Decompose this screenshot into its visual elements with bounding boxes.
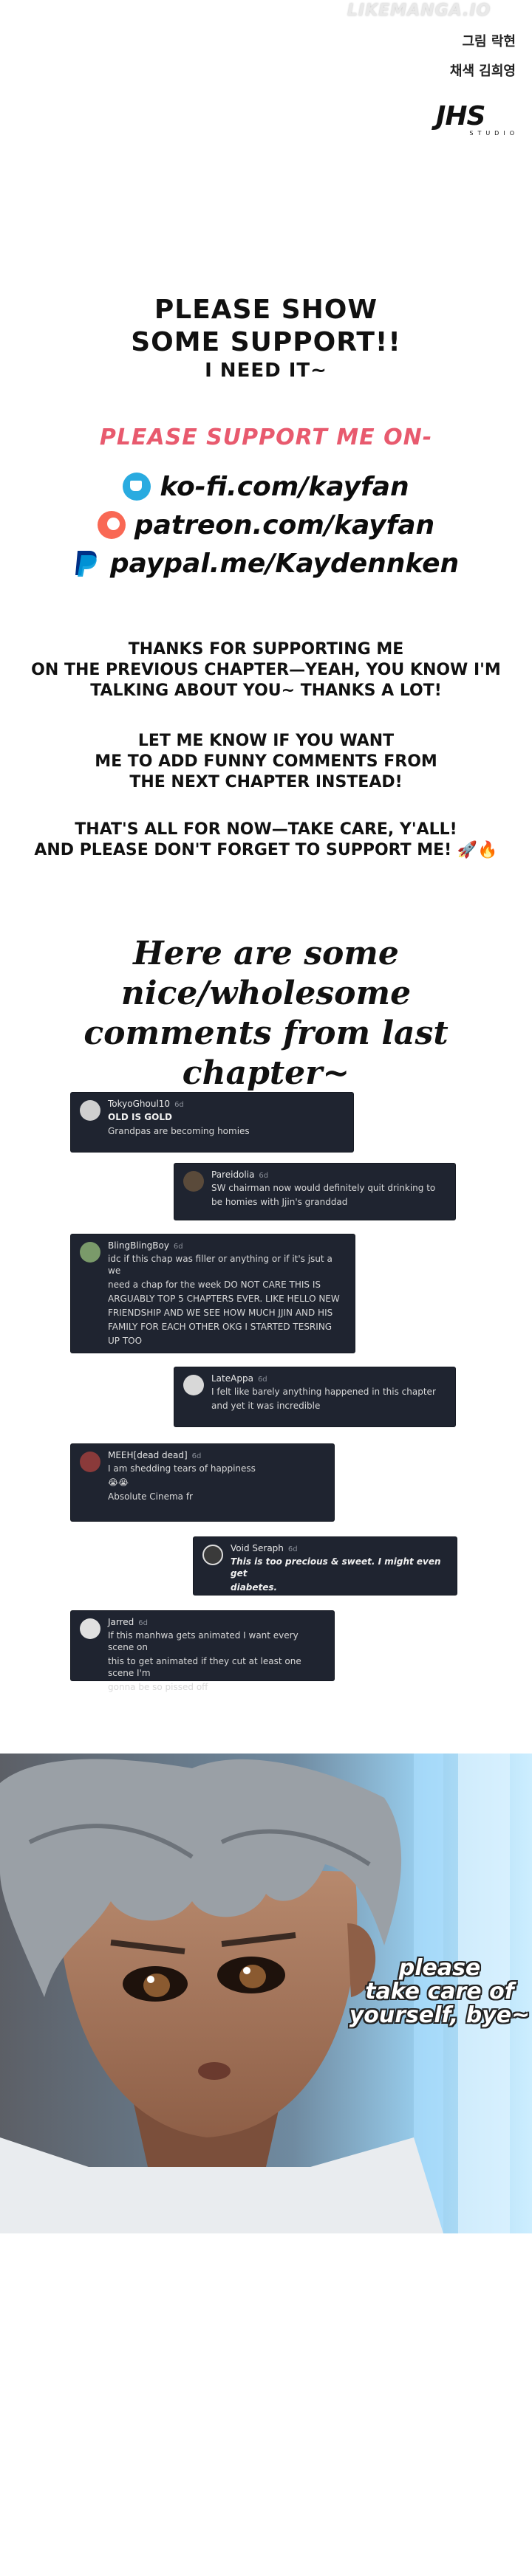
credit-artist: 그림 락현 <box>462 34 516 49</box>
comment-text: this to get animated if they cut at leas… <box>108 1656 301 1678</box>
comment-card: TokyoGhoul10 6d OLD IS GOLD Grandpas are … <box>71 1093 353 1152</box>
comment-text: diabetes. <box>231 1582 278 1593</box>
paypal-link-text[interactable]: paypal.me/Kaydennken <box>110 549 459 579</box>
paypal-icon <box>73 549 101 577</box>
comment-card: LateAppa 6d I felt like barely anything h… <box>174 1367 455 1426</box>
avatar <box>80 1452 100 1472</box>
thanks-line: AND PLEASE DON'T FORGET TO SUPPORT ME! 🚀… <box>34 841 498 859</box>
comments-heading-line2: comments from last chapter~ <box>83 1014 449 1092</box>
comment-user: Void Seraph 6d <box>231 1543 298 1553</box>
comment-text: need a chap for the week DO NOT CARE THI… <box>108 1280 321 1290</box>
comment-text: Grandpas are becoming homies <box>108 1126 250 1136</box>
avatar <box>202 1545 223 1565</box>
thanks-line: THAT'S ALL FOR NOW—TAKE CARE, Y'ALL! <box>75 820 457 839</box>
comment-text: gonna be so pissed off <box>108 1682 208 1692</box>
patreon-link[interactable]: patreon.com/kayfan <box>0 506 532 544</box>
kofi-link[interactable]: ko-fi.com/kayfan <box>0 467 532 506</box>
speech-line: please <box>398 1955 481 1981</box>
avatar <box>80 1100 100 1121</box>
comment-user: Pareidolia 6d <box>211 1169 269 1180</box>
support-heading: PLEASE SHOW SOME SUPPORT!! I NEED IT~ <box>0 294 532 382</box>
comment-card: MEEH[dead dead] 6d I am shedding tears of… <box>71 1444 334 1521</box>
comment-text: I felt like barely anything happened in … <box>211 1387 436 1397</box>
comment-text: 😭😭 <box>108 1477 129 1488</box>
thanks-paragraph-3: THAT'S ALL FOR NOW—TAKE CARE, Y'ALL! AND… <box>0 820 532 861</box>
comments-heading-line1: Here are some nice/wholesome <box>120 935 412 1012</box>
comment-user: MEEH[dead dead] 6d <box>108 1450 202 1460</box>
comment-text: SW chairman now would definitely quit dr… <box>211 1183 436 1193</box>
comments-heading: Here are some nice/wholesome comments fr… <box>0 934 532 1093</box>
comment-text: FRIENDSHIP AND WE SEE HOW MUCH JJIN AND … <box>108 1308 333 1318</box>
comment-text: and yet it was incredible <box>211 1401 321 1411</box>
speech-line: take care of <box>365 1979 514 2005</box>
comment-text: be homies with Jjin's granddad <box>211 1197 348 1207</box>
thanks-paragraph-2: LET ME KNOW IF YOU WANT ME TO ADD FUNNY … <box>0 731 532 793</box>
comment-card: Void Seraph 6d This is too precious & swe… <box>194 1537 457 1595</box>
comment-card: Pareidolia 6d SW chairman now would defin… <box>174 1164 455 1220</box>
comment-card: Jarred 6d If this manhwa gets animated I … <box>71 1611 334 1692</box>
ko-fi-icon <box>123 473 151 501</box>
avatar <box>183 1375 204 1395</box>
avatar <box>80 1242 100 1263</box>
thanks-line: TALKING ABOUT YOU~ THANKS A LOT! <box>90 681 442 700</box>
comment-text: UP TOO <box>108 1336 143 1346</box>
speech-bubble: please take care of yourself, bye~ <box>347 1957 532 2027</box>
watermark: LIKEMANGA.IO <box>347 1 491 20</box>
support-links: ko-fi.com/kayfan patreon.com/kayfan payp… <box>0 467 532 583</box>
comment-text: Absolute Cinema fr <box>108 1491 193 1502</box>
comment-text: idc if this chap was filler or anything … <box>108 1254 332 1276</box>
comment-user: Jarred 6d <box>108 1617 149 1627</box>
patreon-link-text[interactable]: patreon.com/kayfan <box>134 510 434 540</box>
support-heading-line2: SOME SUPPORT!! <box>131 327 401 357</box>
comment-card: BlingBlingBoy 6d idc if this chap was fil… <box>71 1234 355 1353</box>
thanks-line: LET ME KNOW IF YOU WANT <box>137 732 395 750</box>
thanks-paragraph-1: THANKS FOR SUPPORTING ME ON THE PREVIOUS… <box>0 639 532 701</box>
speech-line: yourself, bye~ <box>349 2002 531 2028</box>
support-heading-line3: I NEED IT~ <box>205 360 327 382</box>
comment-text: If this manhwa gets animated I want ever… <box>108 1630 299 1652</box>
comment-user: LateAppa 6d <box>211 1373 267 1384</box>
thanks-line: THANKS FOR SUPPORTING ME <box>128 640 404 659</box>
thanks-line: ON THE PREVIOUS CHAPTER—YEAH, YOU KNOW I… <box>31 661 501 679</box>
comment-user: BlingBlingBoy 6d <box>108 1240 183 1251</box>
comment-text: I am shedding tears of happiness <box>108 1463 256 1474</box>
comment-text: FAMILY FOR EACH OTHER OKG I STARTED TESR… <box>108 1322 332 1332</box>
comment-text: This is too precious & sweet. I might ev… <box>231 1556 441 1579</box>
kofi-link-text[interactable]: ko-fi.com/kayfan <box>160 472 409 502</box>
studio-logo: JHS STUDIO <box>436 103 519 137</box>
manhwa-panel: please take care of yourself, bye~ <box>0 1754 532 2233</box>
comment-text: OLD IS GOLD <box>108 1112 172 1122</box>
avatar <box>183 1171 204 1192</box>
comment-user: TokyoGhoul10 6d <box>108 1099 184 1109</box>
paypal-link[interactable]: paypal.me/Kaydennken <box>0 544 532 583</box>
support-heading-line1: PLEASE SHOW <box>154 295 378 325</box>
credit-colorist: 채색 김희영 <box>449 63 516 79</box>
thanks-line: ME TO ADD FUNNY COMMENTS FROM <box>95 752 437 771</box>
support-me-label: PLEASE SUPPORT ME ON- <box>99 425 433 450</box>
comment-text: ARGUABLY TOP 5 CHAPTERS EVER. LIKE HELLO… <box>108 1294 340 1304</box>
thanks-line: THE NEXT CHAPTER INSTEAD! <box>129 773 403 791</box>
avatar <box>80 1618 100 1639</box>
studio-logo-text: JHS <box>436 101 485 131</box>
patreon-icon <box>97 511 126 539</box>
